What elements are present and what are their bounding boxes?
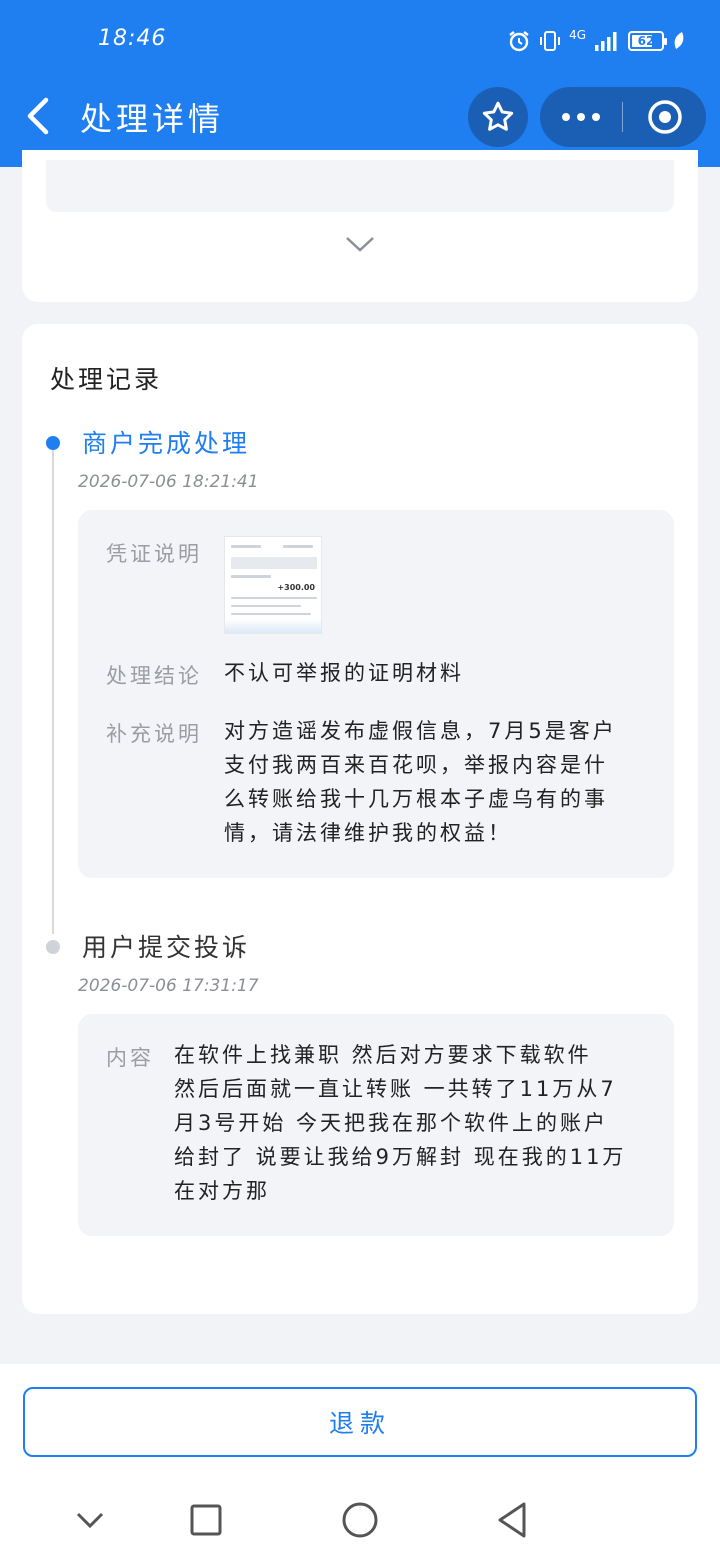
evidence-label: 凭证说明 [106, 542, 202, 566]
user-detail-box: 内容 在软件上找兼职 然后对方要求下载软件 然后后面就一直让转账 一共转了11万… [78, 1014, 674, 1236]
step-title-user: 用户提交投诉 [82, 933, 251, 962]
back-triangle-icon[interactable] [494, 1500, 530, 1540]
evidence-thumbnail[interactable]: +300.00 [224, 536, 322, 634]
merchant-detail-box: 凭证说明 +300.00 处理结论 不认可举报的证明材料 补充说明 对方造谣发布… [78, 510, 674, 878]
network-label: 4G [569, 28, 586, 42]
supplement-line: 么转账给我十几万根本子虚乌有的事 [224, 787, 608, 811]
step-title-merchant: 商户完成处理 [82, 429, 251, 458]
refund-button[interactable]: 退款 [23, 1387, 697, 1457]
supplement-line: 支付我两百来百花呗，举报内容是什 [224, 753, 608, 777]
content-line: 然后后面就一直让转账 一共转了11万从7 [174, 1077, 617, 1101]
section-title: 处理记录 [50, 365, 163, 394]
system-nav-bar [0, 1482, 720, 1560]
battery-level: 62 [637, 34, 655, 48]
content-line: 给封了 说要让我给9万解封 现在我的11万 [174, 1145, 627, 1169]
bottom-area: 退款 [0, 1364, 720, 1560]
collapsed-card [22, 150, 698, 302]
more-icon[interactable] [540, 87, 622, 147]
timeline-dot-active [46, 436, 60, 450]
status-icons: 4G 62 [507, 26, 686, 56]
recents-square-icon[interactable] [188, 1500, 224, 1540]
conclusion-value: 不认可举报的证明材料 [224, 661, 464, 685]
step-time-merchant: 2026-07-06 18:21:41 [78, 472, 259, 492]
page-title: 处理详情 [80, 100, 225, 138]
top-bar: 18:46 4G 62 处理详情 [0, 0, 720, 167]
content-line: 月3号开始 今天把我在那个软件上的账户 [174, 1111, 609, 1135]
vibrate-icon [540, 31, 561, 51]
content-line: 在对方那 [174, 1179, 270, 1203]
content-label: 内容 [106, 1046, 154, 1070]
status-time: 18:46 [98, 26, 167, 51]
home-circle-icon[interactable] [340, 1500, 380, 1540]
chevron-down-icon[interactable] [74, 1500, 106, 1540]
star-icon [482, 101, 514, 131]
timeline-line [52, 444, 54, 934]
favorite-button[interactable] [468, 87, 528, 147]
status-bar: 18:46 4G 62 [0, 0, 720, 80]
leaf-icon [674, 32, 684, 49]
close-target-icon[interactable] [623, 87, 706, 147]
thumbnail-amount: +300.00 [277, 583, 315, 592]
process-record-card: 处理记录 商户完成处理 2026-07-06 18:21:41 凭证说明 +30… [22, 324, 698, 1314]
supplement-label: 补充说明 [106, 722, 202, 746]
collapsed-content [46, 160, 674, 212]
supplement-line: 对方造谣发布虚假信息，7月5是客户 [224, 719, 617, 743]
step-time-user: 2026-07-06 17:31:17 [78, 976, 259, 996]
conclusion-label: 处理结论 [106, 664, 202, 688]
mini-program-capsule [540, 87, 706, 147]
battery-icon: 62 [628, 31, 667, 51]
alarm-icon [509, 31, 529, 52]
expand-chevron-icon[interactable] [344, 234, 376, 254]
back-icon[interactable] [22, 94, 62, 138]
signal-icon [595, 32, 617, 51]
content-line: 在软件上找兼职 然后对方要求下载软件 [174, 1043, 592, 1067]
timeline-dot-idle [46, 940, 60, 954]
supplement-line: 情，请法律维护我的权益！ [224, 821, 512, 845]
